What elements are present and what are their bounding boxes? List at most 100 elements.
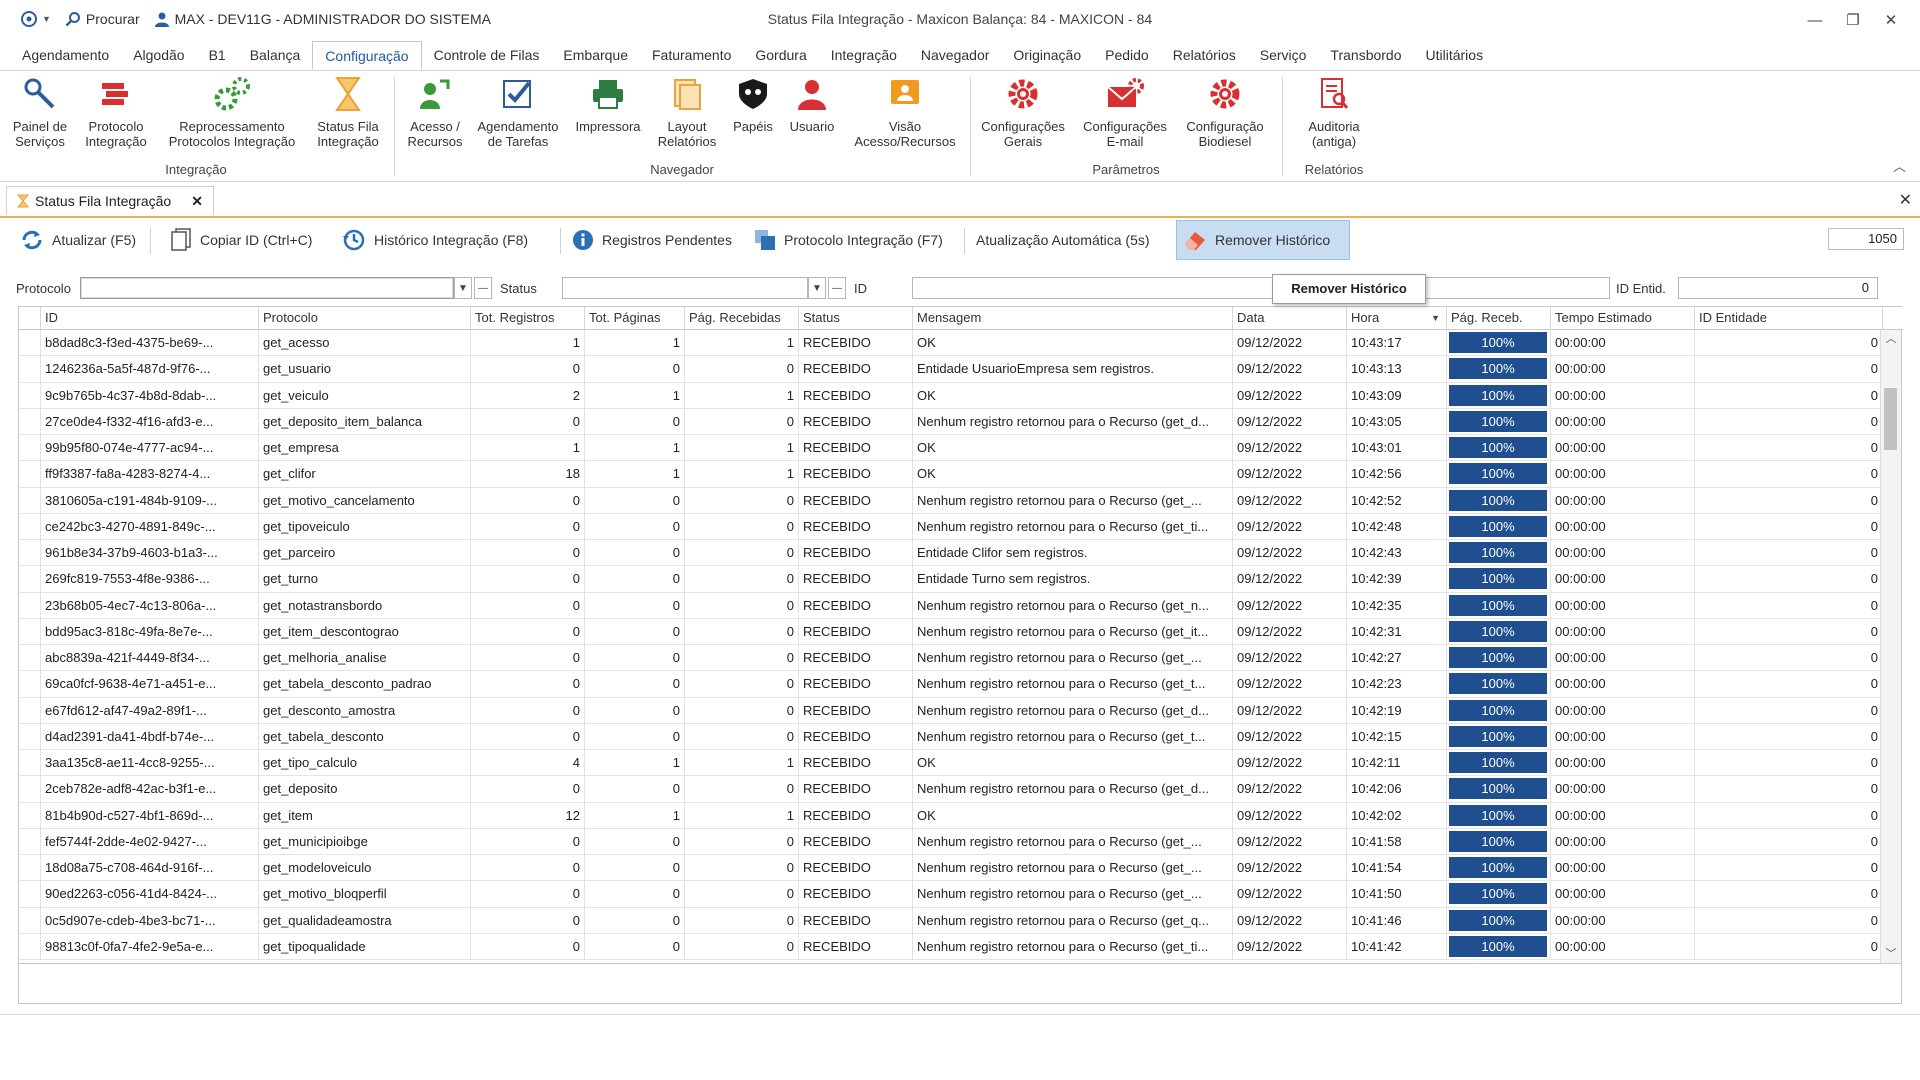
collapse-ribbon-button[interactable]: ︿ <box>1893 156 1906 175</box>
row-indicator[interactable] <box>19 592 41 619</box>
configuracao-biodiesel-button[interactable]: Configuração Biodiesel <box>1178 75 1272 149</box>
tab-servico[interactable]: Serviço <box>1248 40 1319 70</box>
tab-relatorios[interactable]: Relatórios <box>1161 40 1248 70</box>
remover-historico-button[interactable]: Remover Histórico <box>1176 220 1350 260</box>
close-document-button[interactable]: ✕ <box>1899 190 1912 210</box>
visao-acesso-button[interactable]: Visão Acesso/Recursos <box>850 75 960 149</box>
row-indicator[interactable] <box>19 907 41 934</box>
header-status[interactable]: Status <box>799 307 913 329</box>
row-indicator[interactable] <box>19 408 41 435</box>
protocolo-integracao-button[interactable]: Protocolo Integração <box>78 75 154 149</box>
table-row[interactable]: fef5744f-2dde-4e02-9427-... get_municipio… <box>19 828 1883 855</box>
row-indicator[interactable] <box>19 723 41 750</box>
table-row[interactable]: b8dad8c3-f3ed-4375-be69-... get_acesso 1 1 1… <box>19 330 1883 357</box>
header-hora[interactable]: Hora ▼ <box>1347 307 1447 329</box>
row-indicator[interactable] <box>19 855 41 881</box>
row-indicator[interactable] <box>19 435 41 461</box>
table-row[interactable]: 69ca0fcf-9638-4e71-a451-e... get_tabela_d… <box>19 671 1883 698</box>
table-row[interactable]: ce242bc3-4270-4891-849c-... get_tipoveicu… <box>19 513 1883 540</box>
header-id[interactable]: ID <box>41 307 259 329</box>
row-indicator[interactable] <box>19 828 41 855</box>
table-row[interactable]: 23b68b05-4ec7-4c13-806a-... get_notastran… <box>19 592 1883 619</box>
status-filter-input[interactable] <box>562 277 808 299</box>
table-row[interactable]: e67fd612-af47-49a2-89f1-... get_desconto_… <box>19 697 1883 724</box>
status-fila-button[interactable]: Status Fila Integração <box>308 75 388 149</box>
table-row[interactable]: ff9f3387-fa8a-4283-8274-4... get_clifor 18… <box>19 461 1883 488</box>
row-indicator[interactable] <box>19 750 41 776</box>
row-indicator[interactable] <box>19 697 41 724</box>
tab-originacao[interactable]: Originação <box>1001 40 1093 70</box>
id-entid-filter-input[interactable]: 0 <box>1678 277 1878 299</box>
table-row[interactable]: 3aa135c8-ae11-4cc8-9255-... get_tipo_calc… <box>19 750 1883 777</box>
tab-gordura[interactable]: Gordura <box>743 40 818 70</box>
tab-faturamento[interactable]: Faturamento <box>640 40 743 70</box>
papeis-button[interactable]: Papéis <box>728 75 778 134</box>
scroll-down-icon[interactable]: ﹀ <box>1881 945 1901 963</box>
tab-integracao[interactable]: Integração <box>819 40 909 70</box>
tab-b1[interactable]: B1 <box>197 40 238 70</box>
row-indicator[interactable] <box>19 461 41 488</box>
id-filter-input[interactable] <box>912 277 1610 299</box>
painel-servicos-button[interactable]: Painel de Serviços <box>8 75 72 149</box>
protocolo-dropdown-button[interactable]: ▼ <box>454 277 472 299</box>
header-tot-registros[interactable]: Tot. Registros <box>471 307 585 329</box>
table-row[interactable]: d4ad2391-da41-4bdf-b74e-... get_tabela_de… <box>19 723 1883 750</box>
historico-button[interactable]: Histórico Integração (F8) <box>336 220 534 260</box>
scroll-up-icon[interactable]: ︿ <box>1881 330 1901 348</box>
row-indicator[interactable] <box>19 671 41 698</box>
atualizar-button[interactable]: Atualizar (F5) <box>14 220 142 260</box>
table-row[interactable]: 18d08a75-c708-464d-916f-... get_modelovei… <box>19 855 1883 882</box>
record-count-field[interactable]: 1050 <box>1828 228 1904 250</box>
tab-transbordo[interactable]: Transbordo <box>1318 40 1413 70</box>
table-row[interactable]: 9c9b765b-4c37-4b8d-8dab-... get_veiculo 2 1… <box>19 382 1883 409</box>
registros-pendentes-button[interactable]: Registros Pendentes <box>566 220 738 260</box>
copiar-id-button[interactable]: Copiar ID (Ctrl+C) <box>164 220 318 260</box>
row-indicator[interactable] <box>19 540 41 566</box>
scroll-thumb[interactable] <box>1884 388 1897 450</box>
configuracoes-email-button[interactable]: Configurações E-mail <box>1078 75 1172 149</box>
search-button[interactable]: Procurar <box>65 11 140 27</box>
table-row[interactable]: bdd95ac3-818c-49fa-8e7e-... get_item_desc… <box>19 618 1883 645</box>
row-indicator[interactable] <box>19 881 41 908</box>
layout-relatorios-button[interactable]: Layout Relatórios <box>652 75 722 149</box>
atualizacao-automatica-button[interactable]: Atualização Automática (5s) <box>970 220 1156 260</box>
agendamento-tarefas-button[interactable]: Agendamento de Tarefas <box>474 75 562 149</box>
close-button[interactable]: ✕ <box>1872 6 1910 34</box>
row-indicator[interactable] <box>19 382 41 409</box>
status-dropdown-button[interactable]: ▼ <box>808 277 826 299</box>
table-row[interactable]: 98813c0f-0fa7-4fe2-9e5a-e... get_tipoqual… <box>19 933 1883 960</box>
doc-tab-status-fila[interactable]: Status Fila Integração ✕ <box>6 186 214 215</box>
tab-utilitarios[interactable]: Utilitários <box>1414 40 1496 70</box>
table-row[interactable]: abc8839a-421f-4449-8f34-... get_melhoria_… <box>19 645 1883 672</box>
tab-agendamento[interactable]: Agendamento <box>10 40 121 70</box>
tab-pedido[interactable]: Pedido <box>1093 40 1161 70</box>
protocolo-filter-input[interactable] <box>80 277 454 299</box>
restore-button[interactable]: ❐ <box>1834 6 1872 34</box>
table-row[interactable]: 3810605a-c191-484b-9109-... get_motivo_ca… <box>19 487 1883 514</box>
protocolo-clear-button[interactable]: — <box>474 277 492 299</box>
tab-embarque[interactable]: Embarque <box>551 40 640 70</box>
header-pag-receb[interactable]: Pág. Receb. <box>1447 307 1551 329</box>
row-indicator[interactable] <box>19 513 41 540</box>
tab-configuracao[interactable]: Configuração <box>312 41 422 70</box>
row-indicator[interactable] <box>19 356 41 383</box>
configuracoes-gerais-button[interactable]: Configurações Gerais <box>976 75 1070 149</box>
header-tot-paginas[interactable]: Tot. Páginas <box>585 307 685 329</box>
table-row[interactable]: 90ed2263-c056-41d4-8424-... get_motivo_bl… <box>19 881 1883 908</box>
row-indicator[interactable] <box>19 330 41 356</box>
table-row[interactable]: 269fc819-7553-4f8e-9386-... get_turno 0 0 0 R… <box>19 566 1883 593</box>
table-row[interactable]: 0c5d907e-cdeb-4be3-bc71-... get_qualidade… <box>19 907 1883 934</box>
row-indicator[interactable] <box>19 487 41 514</box>
row-indicator[interactable] <box>19 776 41 803</box>
vertical-scrollbar[interactable]: ︿ ﹀ <box>1880 330 1901 963</box>
row-indicator[interactable] <box>19 618 41 645</box>
impressora-button[interactable]: Impressora <box>570 75 646 134</box>
header-pag-recebidas[interactable]: Pág. Recebidas <box>685 307 799 329</box>
tab-balanca[interactable]: Balança <box>238 40 313 70</box>
header-protocolo[interactable]: Protocolo <box>259 307 471 329</box>
table-row[interactable]: 99b95f80-074e-4777-ac94-... get_empresa 1 1… <box>19 435 1883 462</box>
reprocessamento-button[interactable]: Reprocessamento Protocolos Integração <box>162 75 302 149</box>
header-id-entidade[interactable]: ID Entidade <box>1695 307 1883 329</box>
acesso-recursos-button[interactable]: Acesso / Recursos <box>400 75 470 149</box>
tab-navegador[interactable]: Navegador <box>909 40 1002 70</box>
